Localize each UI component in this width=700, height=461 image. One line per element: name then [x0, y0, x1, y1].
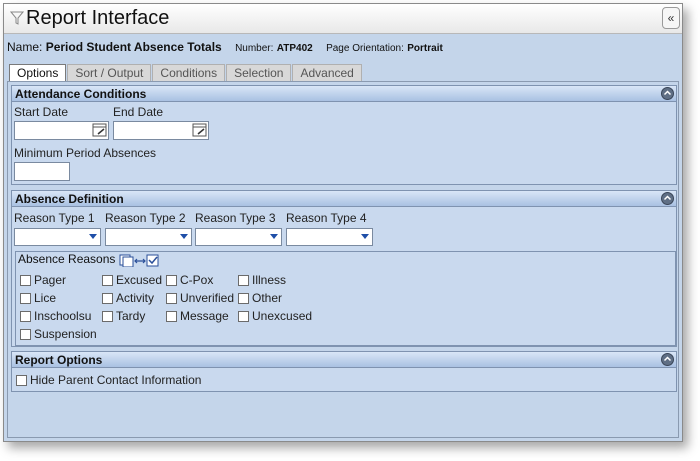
reason-checkbox-message[interactable]: Message [166, 309, 229, 323]
checkbox-icon[interactable] [102, 292, 113, 304]
absence-definition-header[interactable]: Absence Definition [12, 191, 676, 207]
reason-checkbox-excused[interactable]: Excused [102, 273, 162, 287]
collapse-section-icon[interactable] [661, 87, 674, 100]
reason-checkbox-c-pox[interactable]: C-Pox [166, 273, 213, 287]
report-interface-window: Report Interface « Name: Period Student … [3, 3, 683, 442]
start-date-label: Start Date [14, 105, 69, 119]
checkbox-icon[interactable] [166, 274, 177, 286]
reason-type-4-label: Reason Type 4 [286, 211, 367, 225]
hide-parent-contact-checkbox[interactable]: Hide Parent Contact Information [16, 373, 201, 387]
reason-label: Inschoolsu [34, 309, 92, 323]
report-options-header[interactable]: Report Options [12, 352, 676, 368]
reason-type-4-select[interactable] [286, 228, 373, 246]
reason-label: Unverified [180, 291, 235, 305]
absence-definition-title: Absence Definition [15, 192, 124, 206]
reason-type-3-select[interactable] [195, 228, 282, 246]
reason-label: Activity [116, 291, 155, 305]
attendance-conditions-section: Attendance Conditions Start Date End Dat… [11, 85, 677, 185]
collapse-panel-button[interactable]: « [662, 7, 680, 29]
reason-label: Pager [34, 273, 67, 287]
end-date-label: End Date [113, 105, 164, 119]
attendance-conditions-header[interactable]: Attendance Conditions [12, 86, 676, 102]
checkbox-icon[interactable] [102, 310, 113, 322]
report-options-title: Report Options [15, 353, 103, 367]
collapse-section-icon[interactable] [661, 192, 674, 205]
orientation-label: Page Orientation: [326, 43, 404, 54]
reason-label: Message [180, 309, 229, 323]
absence-reasons-label: Absence Reasons [18, 252, 116, 266]
minimum-absences-input[interactable] [14, 162, 70, 181]
checkbox-icon[interactable] [20, 274, 31, 286]
checkbox-icon[interactable] [16, 374, 27, 386]
tab-selection[interactable]: Selection [226, 64, 292, 81]
options-tab-panel: Attendance Conditions Start Date End Dat… [7, 81, 679, 438]
reason-checkbox-inschoolsu[interactable]: Inschoolsu [20, 309, 91, 323]
reason-label: Illness [252, 273, 287, 287]
checkbox-icon[interactable] [166, 310, 177, 322]
checkbox-icon[interactable] [20, 328, 31, 340]
reason-checkbox-illness[interactable]: Illness [238, 273, 286, 287]
tab-advanced[interactable]: Advanced [292, 64, 362, 81]
filter-icon [10, 11, 24, 25]
collapse-section-icon[interactable] [661, 353, 674, 366]
tab-sort-output[interactable]: Sort / Output [67, 64, 152, 81]
checkbox-icon[interactable] [102, 274, 113, 286]
calendar-icon[interactable] [92, 123, 108, 137]
chevron-down-icon [89, 234, 97, 239]
report-info-bar: Name: Period Student Absence Totals Numb… [7, 40, 677, 58]
hide-parent-contact-label: Hide Parent Contact Information [30, 373, 202, 387]
checkbox-icon[interactable] [238, 292, 249, 304]
report-number: ATP402 [276, 43, 313, 54]
reason-checkbox-suspension[interactable]: Suspension [20, 327, 97, 341]
reason-label: C-Pox [180, 273, 214, 287]
absence-definition-section: Absence Definition Reason Type 1 Reason … [11, 190, 677, 347]
reason-type-2-select[interactable] [105, 228, 192, 246]
reason-checkbox-unverified[interactable]: Unverified [166, 291, 234, 305]
reason-label: Lice [34, 291, 57, 305]
reason-checkbox-unexcused[interactable]: Unexcused [238, 309, 312, 323]
minimum-absences-label: Minimum Period Absences [14, 146, 157, 160]
checkbox-icon[interactable] [238, 310, 249, 322]
absence-reasons-group: Absence Reasons Pager Excused C-Pox Illn… [15, 251, 676, 346]
reason-checkbox-other[interactable]: Other [238, 291, 282, 305]
checkbox-icon[interactable] [166, 292, 177, 304]
chevron-down-icon [361, 234, 369, 239]
reason-type-1-label: Reason Type 1 [14, 211, 95, 225]
title-bar: Report Interface « [4, 4, 682, 34]
reason-type-3-label: Reason Type 3 [195, 211, 276, 225]
reason-checkbox-pager[interactable]: Pager [20, 273, 66, 287]
report-name: Period Student Absence Totals [45, 40, 222, 54]
report-options-section: Report Options Hide Parent Contact Infor… [11, 351, 677, 392]
reason-type-1-select[interactable] [14, 228, 101, 246]
toggle-all-reasons-icon[interactable] [119, 254, 159, 267]
name-label: Name: [7, 40, 43, 54]
reason-label: Other [252, 291, 283, 305]
window-title: Report Interface [26, 7, 170, 29]
page-orientation: Portrait [407, 43, 443, 54]
checkbox-icon[interactable] [238, 274, 249, 286]
reason-checkbox-tardy[interactable]: Tardy [102, 309, 145, 323]
reason-label: Tardy [116, 309, 146, 323]
reason-label: Excused [116, 273, 163, 287]
reason-type-2-label: Reason Type 2 [105, 211, 186, 225]
attendance-conditions-title: Attendance Conditions [15, 87, 147, 101]
reason-checkbox-activity[interactable]: Activity [102, 291, 154, 305]
chevron-down-icon [180, 234, 188, 239]
calendar-icon[interactable] [192, 123, 208, 137]
tab-conditions[interactable]: Conditions [152, 64, 226, 81]
checkbox-icon[interactable] [20, 292, 31, 304]
checkbox-icon[interactable] [20, 310, 31, 322]
reason-checkbox-lice[interactable]: Lice [20, 291, 56, 305]
chevron-down-icon [270, 234, 278, 239]
tab-bar: Options Sort / Output Conditions Selecti… [9, 64, 363, 83]
number-label: Number: [235, 43, 274, 54]
reason-label: Suspension [34, 327, 97, 341]
reason-label: Unexcused [252, 309, 313, 323]
